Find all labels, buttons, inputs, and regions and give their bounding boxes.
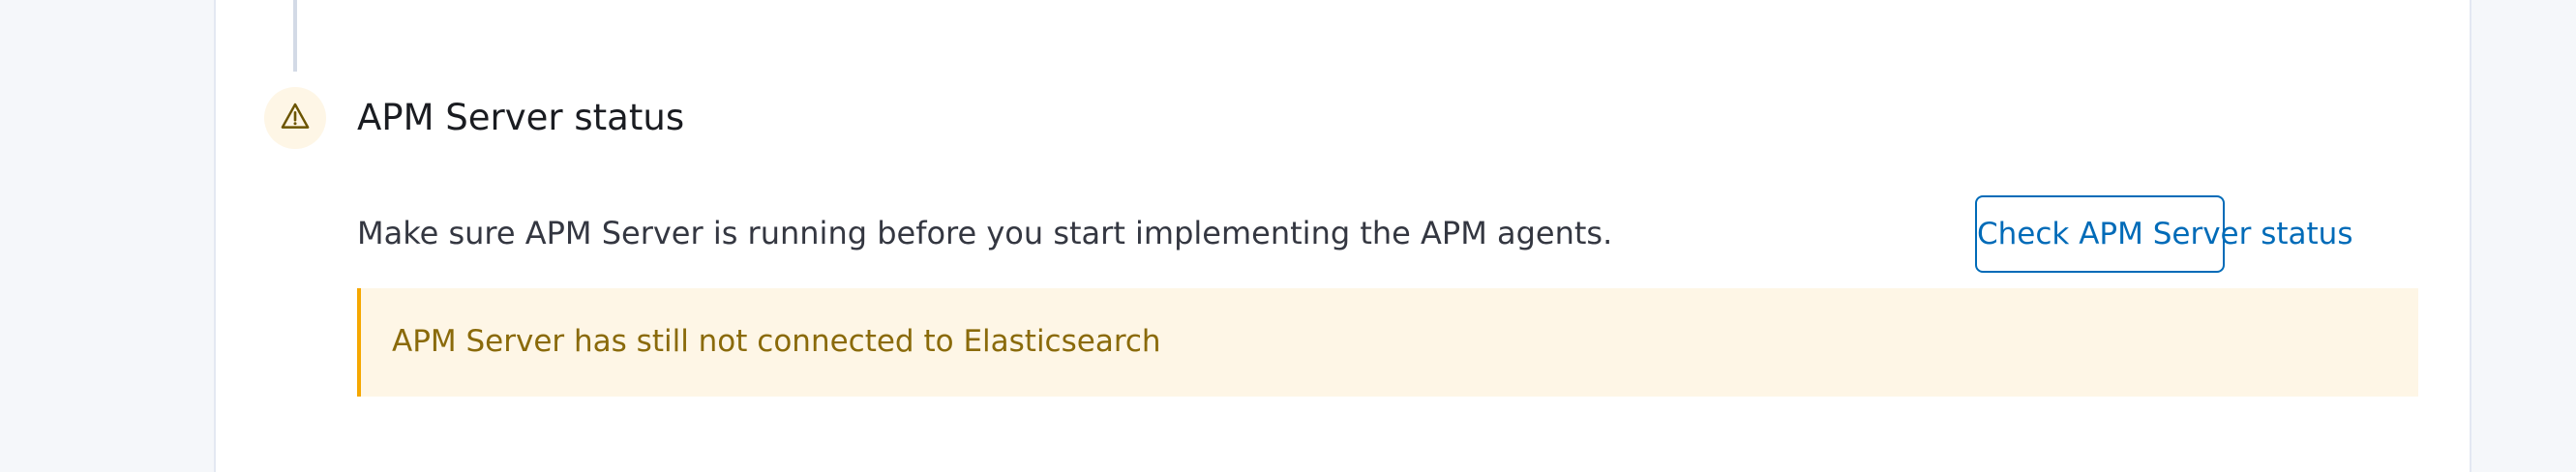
page: APM Server status Make sure APM Server i… xyxy=(0,0,2576,472)
step-title: APM Server status xyxy=(357,97,685,138)
step-description: Make sure APM Server is running before y… xyxy=(357,215,1613,251)
callout-message: APM Server has still not connected to El… xyxy=(392,324,1161,359)
tutorial-panel: APM Server status Make sure APM Server i… xyxy=(214,0,2471,472)
warning-callout: APM Server has still not connected to El… xyxy=(357,288,2418,397)
step-connector-line xyxy=(293,0,297,72)
check-apm-server-status-button[interactable]: Check APM Server status xyxy=(1975,195,2352,273)
warning-icon xyxy=(281,102,310,134)
step-status-badge xyxy=(264,87,326,149)
